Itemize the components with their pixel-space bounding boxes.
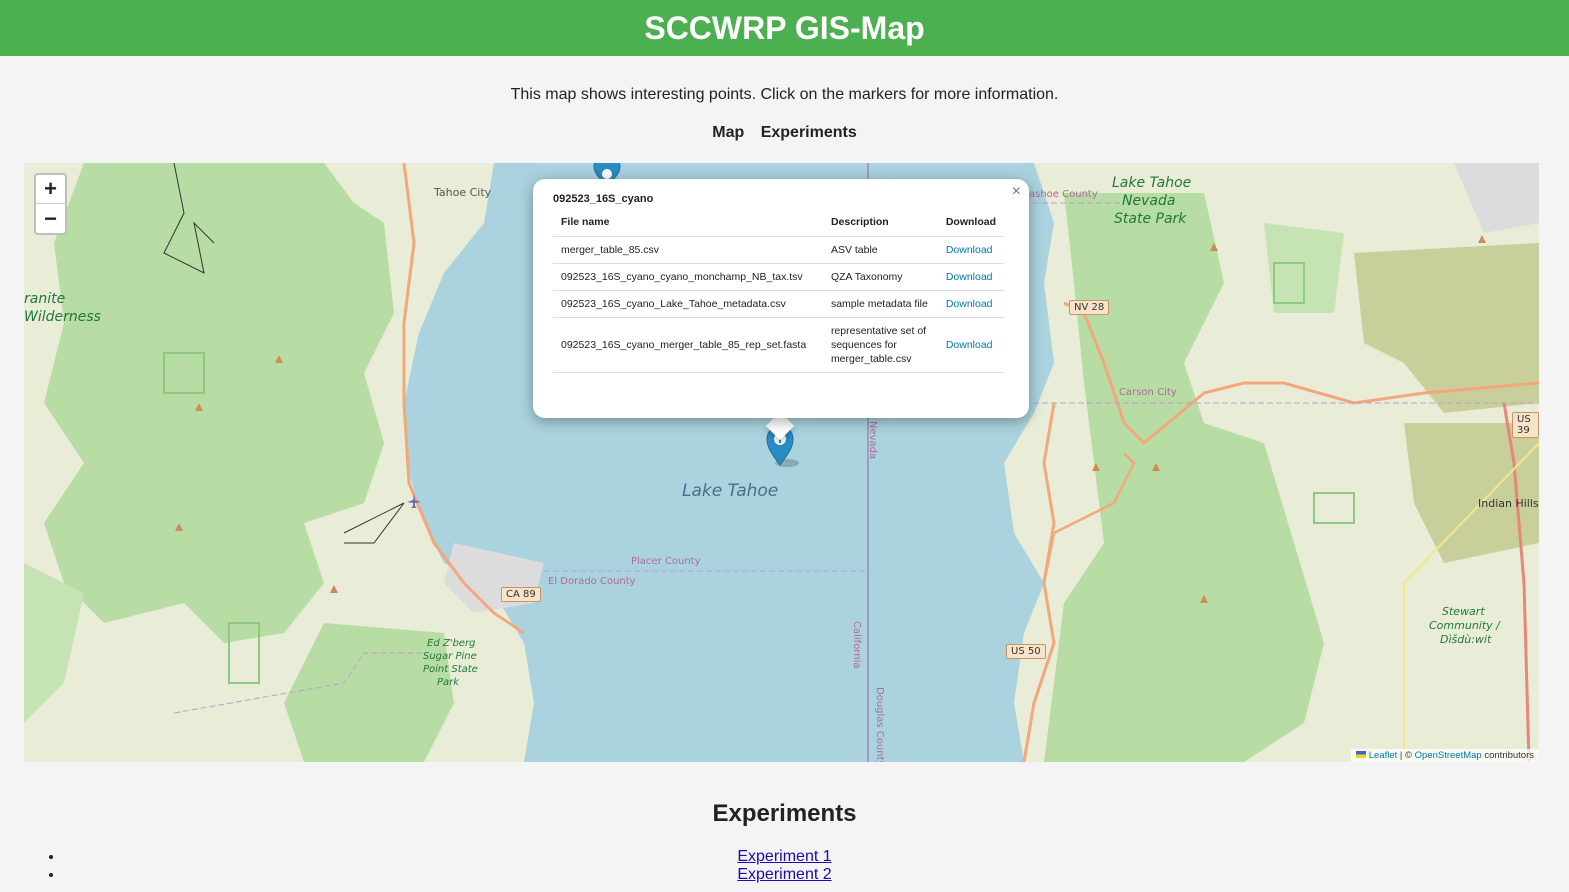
- file-name-cell: 092523_16S_cyano_cyano_monchamp_NB_tax.t…: [553, 263, 823, 291]
- map-label-wilderness: Wilderness: [24, 309, 101, 325]
- map-label-stewart-line3: Dìšdù:wit: [1440, 633, 1492, 646]
- zoom-in-button[interactable]: +: [36, 175, 65, 204]
- zoom-out-button[interactable]: −: [36, 204, 65, 233]
- download-link[interactable]: Download: [937, 263, 1004, 291]
- table-row: 092523_16S_cyano_Lake_Tahoe_metadata.csv…: [553, 290, 1004, 318]
- map-label-sugar-line1: Ed Z'berg: [427, 638, 476, 649]
- download-link[interactable]: Download: [937, 290, 1004, 318]
- experiments-heading: Experiments: [712, 800, 857, 827]
- description-cell: ASV table: [822, 236, 938, 264]
- airport-icon: [407, 494, 421, 508]
- map-label-tahoe-city: Tahoe City: [434, 186, 492, 199]
- page-title: SCCWRP GIS-Map: [644, 9, 925, 46]
- map-container[interactable]: + − Tahoe City ranite Wilderness Lake Ta…: [24, 163, 1539, 762]
- table-row: merger_table_85.csv ASV table Download: [553, 236, 1004, 264]
- ukraine-flag-icon: [1355, 751, 1366, 758]
- file-name-cell: merger_table_85.csv: [553, 236, 823, 264]
- list-item: Experiment 2: [64, 866, 1569, 884]
- intro-text: This map shows interesting points. Click…: [510, 86, 1059, 103]
- popup-title: 092523_16S_cyano: [553, 193, 654, 205]
- file-name-cell: 092523_16S_cyano_Lake_Tahoe_metadata.csv: [553, 290, 823, 318]
- header-description: Description: [822, 211, 938, 237]
- nav-experiments-link[interactable]: Experiments: [761, 124, 857, 141]
- zoom-control: + −: [34, 173, 67, 235]
- road-shield-us50: US 50: [1006, 644, 1046, 659]
- download-link[interactable]: Download: [937, 236, 1004, 264]
- road-shield-ca89: CA 89: [501, 587, 541, 602]
- map-label-sugar-line2: Sugar Pine: [423, 651, 477, 662]
- files-table: File name Description Download merger_ta…: [553, 211, 1004, 373]
- nav-map-link[interactable]: Map: [712, 124, 744, 141]
- road-shield-us395: US 39: [1512, 412, 1539, 438]
- map-label-stewart-line2: Community /: [1429, 619, 1500, 632]
- map-label-park-line1: Lake Tahoe: [1112, 175, 1192, 191]
- table-row: 092523_16S_cyano_cyano_monchamp_NB_tax.t…: [553, 263, 1004, 291]
- description-cell: QZA Taxonomy: [822, 263, 938, 291]
- map-label-sugar-line4: Park: [437, 677, 460, 688]
- map-label-granite: ranite: [24, 291, 66, 307]
- map-label-lake-tahoe: Lake Tahoe: [682, 481, 779, 501]
- map-attribution: Leaflet | © OpenStreetMap contributors: [1350, 749, 1539, 762]
- attribution-separator: | ©: [1397, 750, 1415, 761]
- popup-close-button[interactable]: ×: [1012, 183, 1021, 201]
- experiments-list: Experiment 1 Experiment 2: [0, 848, 1569, 884]
- experiment-1-link[interactable]: Experiment 1: [737, 848, 831, 865]
- header-download: Download: [937, 211, 1004, 237]
- list-item: Experiment 1: [64, 848, 1569, 866]
- top-nav: Map Experiments: [0, 124, 1569, 144]
- map-label-stewart-line1: Stewart: [1442, 605, 1485, 618]
- map-label-eldorado-county: El Dorado County: [548, 576, 636, 587]
- page-header: SCCWRP GIS-Map: [0, 0, 1569, 56]
- map-label-sugar-line3: Point State: [423, 664, 478, 675]
- file-name-cell: 092523_16S_cyano_merger_table_85_rep_set…: [553, 317, 823, 373]
- road-shield-nv28: NV 28: [1069, 300, 1110, 315]
- leaflet-link[interactable]: Leaflet: [1369, 750, 1398, 761]
- map-label-placer-county: Placer County: [631, 556, 701, 567]
- description-cell: sample metadata file: [822, 290, 938, 318]
- map-label-park-line3: State Park: [1114, 211, 1187, 227]
- header-file-name: File name: [553, 211, 823, 237]
- table-row: 092523_16S_cyano_merger_table_85_rep_set…: [553, 317, 1004, 373]
- osm-link[interactable]: OpenStreetMap: [1415, 750, 1482, 761]
- marker-popup: × 092523_16S_cyano File name Description…: [533, 179, 1029, 418]
- map-label-california: California: [851, 621, 862, 669]
- download-link[interactable]: Download: [937, 317, 1004, 373]
- map-label-carson-city: Carson City: [1119, 387, 1177, 398]
- map-label-park-line2: Nevada: [1122, 193, 1176, 209]
- attribution-suffix: contributors: [1481, 750, 1534, 761]
- experiment-2-link[interactable]: Experiment 2: [737, 866, 831, 883]
- map-label-indian-hills: Indian Hills: [1478, 497, 1539, 510]
- table-header-row: File name Description Download: [553, 211, 1004, 237]
- map-label-nevada: Nevada: [867, 421, 878, 460]
- description-cell: representative set of sequences for merg…: [822, 317, 938, 373]
- map-label-douglas-county: Douglas County: [874, 687, 885, 762]
- map-label-washoe-county: ashoe County: [1029, 189, 1098, 200]
